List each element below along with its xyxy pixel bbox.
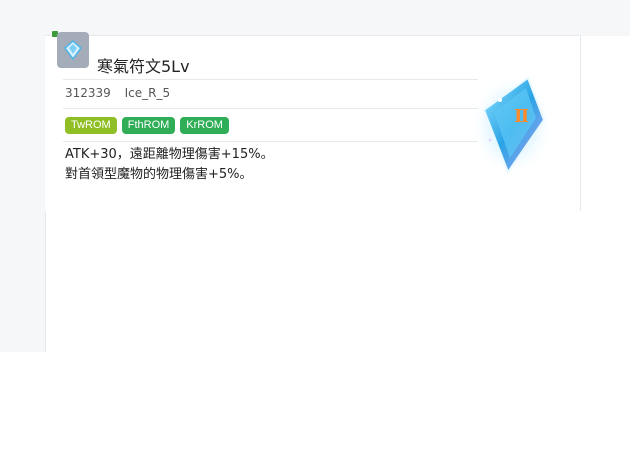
server-tags: TwROM FthROM KrROM xyxy=(65,117,229,134)
item-code: Ice_R_5 xyxy=(124,86,171,100)
left-gutter xyxy=(0,36,46,352)
item-id: 312339 xyxy=(65,86,111,100)
item-title: 寒氣符文5Lv xyxy=(97,57,190,76)
title-divider xyxy=(63,79,478,80)
description-line: 對首領型魔物的物理傷害+5%。 xyxy=(65,167,253,182)
item-description: ATK+30，遠距離物理傷害+15%。 對首領型魔物的物理傷害+5%。 xyxy=(65,145,274,185)
tag-twrom[interactable]: TwROM xyxy=(65,117,117,134)
ice-rune-icon[interactable] xyxy=(57,32,89,68)
svg-text:Ⅱ: Ⅱ xyxy=(514,106,529,127)
meta-divider xyxy=(63,108,478,109)
ice-rune-crystal-illustration: Ⅱ xyxy=(470,70,555,180)
description-line: ATK+30，遠距離物理傷害+15%。 xyxy=(65,147,274,162)
page-header-band xyxy=(0,0,630,36)
item-meta: 312339 Ice_R_5 xyxy=(65,86,180,100)
page-blank-area xyxy=(0,352,630,462)
tags-divider xyxy=(63,141,478,142)
tag-krrom[interactable]: KrROM xyxy=(180,117,229,134)
tag-fthrom[interactable]: FthROM xyxy=(121,117,176,134)
